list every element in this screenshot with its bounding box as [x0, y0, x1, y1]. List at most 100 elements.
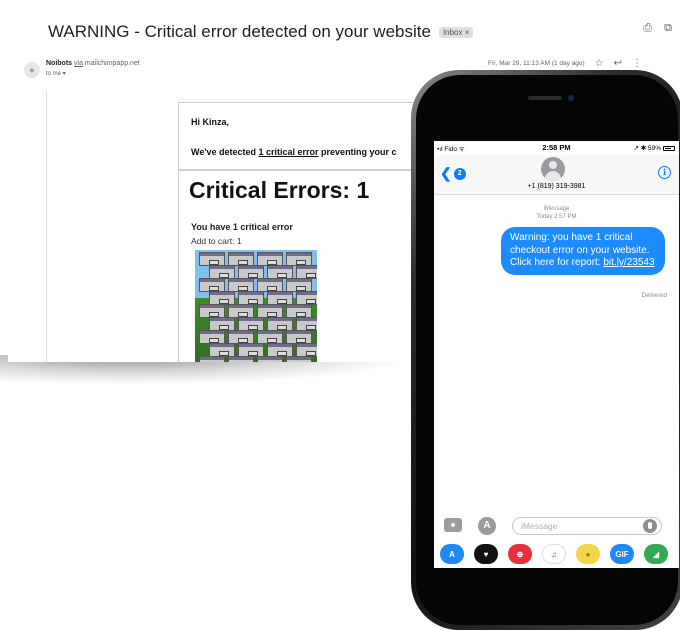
email-meta: Fri, Mar 29, 11:13 AM (1 day ago) ☆ ↩ ⋮	[488, 58, 642, 69]
error-window-icon	[257, 304, 283, 318]
reply-icon[interactable]: ↩	[614, 58, 622, 69]
recipient-line[interactable]: to me ▾	[46, 70, 66, 77]
email-subject: WARNING - Critical error detected on you…	[48, 22, 431, 41]
error-window-icon	[238, 291, 264, 305]
imessage-input[interactable]: iMessage	[512, 517, 662, 535]
error-windows-image	[195, 250, 317, 362]
camera-icon[interactable]	[444, 518, 462, 532]
battery-icon	[663, 145, 675, 151]
animoji-icon[interactable]: ●	[576, 544, 600, 564]
error-window-icon	[209, 265, 235, 279]
error-window-icon	[267, 317, 293, 331]
add-to-cart-text: Add to cart: 1	[191, 236, 242, 246]
microphone-icon[interactable]	[643, 519, 657, 533]
imessage-input-placeholder: iMessage	[521, 521, 558, 531]
gif-icon[interactable]: GIF	[610, 544, 634, 564]
info-icon[interactable]: i	[658, 166, 671, 179]
star-icon[interactable]: ☆	[595, 58, 604, 69]
sender-avatar: ●	[24, 62, 40, 78]
phone-front-camera	[568, 95, 574, 101]
email-detect-line: We've detected 1 critical error preventi…	[191, 147, 397, 157]
iphone-device: •ıl Fido ᯤ 2:58 PM ↗ ✱ 59% ❮ 2 +1 (819) …	[411, 70, 680, 630]
email-greeting: Hi Kinza,	[191, 117, 230, 127]
error-window-icon	[296, 291, 317, 305]
battery-percent: 59%	[647, 145, 661, 152]
digital-touch-icon[interactable]: ♥	[474, 544, 498, 564]
error-window-icon	[228, 278, 254, 292]
error-window-icon	[199, 278, 225, 292]
sender-name: Noibots	[46, 60, 73, 67]
music-icon[interactable]: ♫	[542, 544, 566, 564]
messages-screen: •ıl Fido ᯤ 2:58 PM ↗ ✱ 59% ❮ 2 +1 (819) …	[434, 141, 679, 568]
detect-error-link[interactable]: 1 critical error	[259, 147, 319, 157]
contact-avatar[interactable]	[541, 157, 565, 181]
more-vertical-icon[interactable]: ⋮	[632, 58, 642, 69]
error-window-icon	[199, 304, 225, 318]
error-window-icon	[209, 343, 235, 357]
error-window-icon	[228, 330, 254, 344]
error-window-icon	[296, 317, 317, 331]
message-bubble[interactable]: Warning: you have 1 critical checkout er…	[501, 227, 665, 275]
app-store-icon[interactable]: A	[440, 544, 464, 564]
conversation-header: ❮ 2 +1 (819) 319-3981 i	[434, 155, 679, 195]
status-bar: •ıl Fido ᯤ 2:58 PM ↗ ✱ 59%	[434, 141, 679, 155]
message-link[interactable]: bit.ly/23543	[603, 257, 654, 268]
delivered-status: Delivered	[641, 293, 667, 299]
error-window-icon	[199, 356, 225, 362]
chevron-left-icon: ❮	[440, 165, 452, 181]
status-right: ↗ ✱ 59%	[633, 144, 675, 152]
error-window-icon	[199, 252, 225, 266]
critical-errors-title: Critical Errors: 1	[189, 177, 370, 203]
detect-suffix: preventing your c	[318, 147, 397, 157]
error-window-icon	[286, 304, 312, 318]
search-images-icon[interactable]: ⊕	[508, 544, 532, 564]
error-window-icon	[296, 265, 317, 279]
maps-icon[interactable]: ◢	[644, 544, 668, 564]
contact-number[interactable]: +1 (819) 319-3981	[434, 183, 679, 190]
critical-error-count-text: You have 1 critical error	[191, 222, 293, 232]
error-window-icon	[238, 317, 264, 331]
imessage-timestamp: iMessage Today 2:57 PM	[434, 205, 679, 221]
compose-row: A iMessage	[434, 515, 679, 537]
error-window-icon	[296, 343, 317, 357]
error-window-icon	[209, 291, 235, 305]
error-window-icon	[286, 278, 312, 292]
sender-via-link[interactable]: via	[74, 60, 83, 67]
error-window-icon	[286, 252, 312, 266]
error-window-icon	[228, 304, 254, 318]
error-window-icon	[286, 356, 312, 362]
unread-count-badge: 2	[453, 167, 466, 180]
error-window-icon	[209, 317, 235, 331]
imessage-time: Today 2:57 PM	[536, 214, 577, 220]
error-window-icon	[267, 343, 293, 357]
sender-address: mailchimpapp.net	[84, 60, 140, 67]
subject-row: WARNING - Critical error detected on you…	[48, 22, 474, 42]
phone-bezel: •ıl Fido ᯤ 2:58 PM ↗ ✱ 59% ❮ 2 +1 (819) …	[416, 75, 679, 625]
inbox-label-badge[interactable]: Inbox ×	[438, 26, 474, 38]
error-window-icon	[199, 330, 225, 344]
error-window-icon	[257, 278, 283, 292]
back-button[interactable]: ❮ 2	[440, 165, 466, 182]
email-top-actions: ⎙ ⧉	[643, 22, 672, 35]
imessage-app-drawer: A ♥ ⊕ ♫ ● GIF ◢	[434, 541, 679, 567]
email-date: Fri, Mar 29, 11:13 AM (1 day ago)	[488, 60, 585, 67]
phone-speaker	[528, 96, 562, 100]
imessage-label: iMessage	[543, 206, 570, 212]
error-window-icon	[238, 265, 264, 279]
detect-prefix: We've detected	[191, 147, 259, 157]
app-store-icon[interactable]: A	[478, 517, 496, 535]
open-external-icon[interactable]: ⧉	[664, 22, 672, 35]
error-window-icon	[257, 356, 283, 362]
error-window-icon	[257, 330, 283, 344]
email-critical-box: Critical Errors: 1 You have 1 critical e…	[178, 170, 418, 362]
error-window-icon	[286, 330, 312, 344]
sender-line: Noibots via mailchimpapp.net	[46, 60, 140, 67]
error-window-icon	[267, 291, 293, 305]
error-window-icon	[228, 252, 254, 266]
error-window-icon	[257, 252, 283, 266]
print-icon[interactable]: ⎙	[643, 22, 652, 35]
error-window-icon	[228, 356, 254, 362]
error-window-icon	[238, 343, 264, 357]
email-message-header-box: Hi Kinza, We've detected 1 critical erro…	[178, 102, 418, 170]
error-window-icon	[267, 265, 293, 279]
